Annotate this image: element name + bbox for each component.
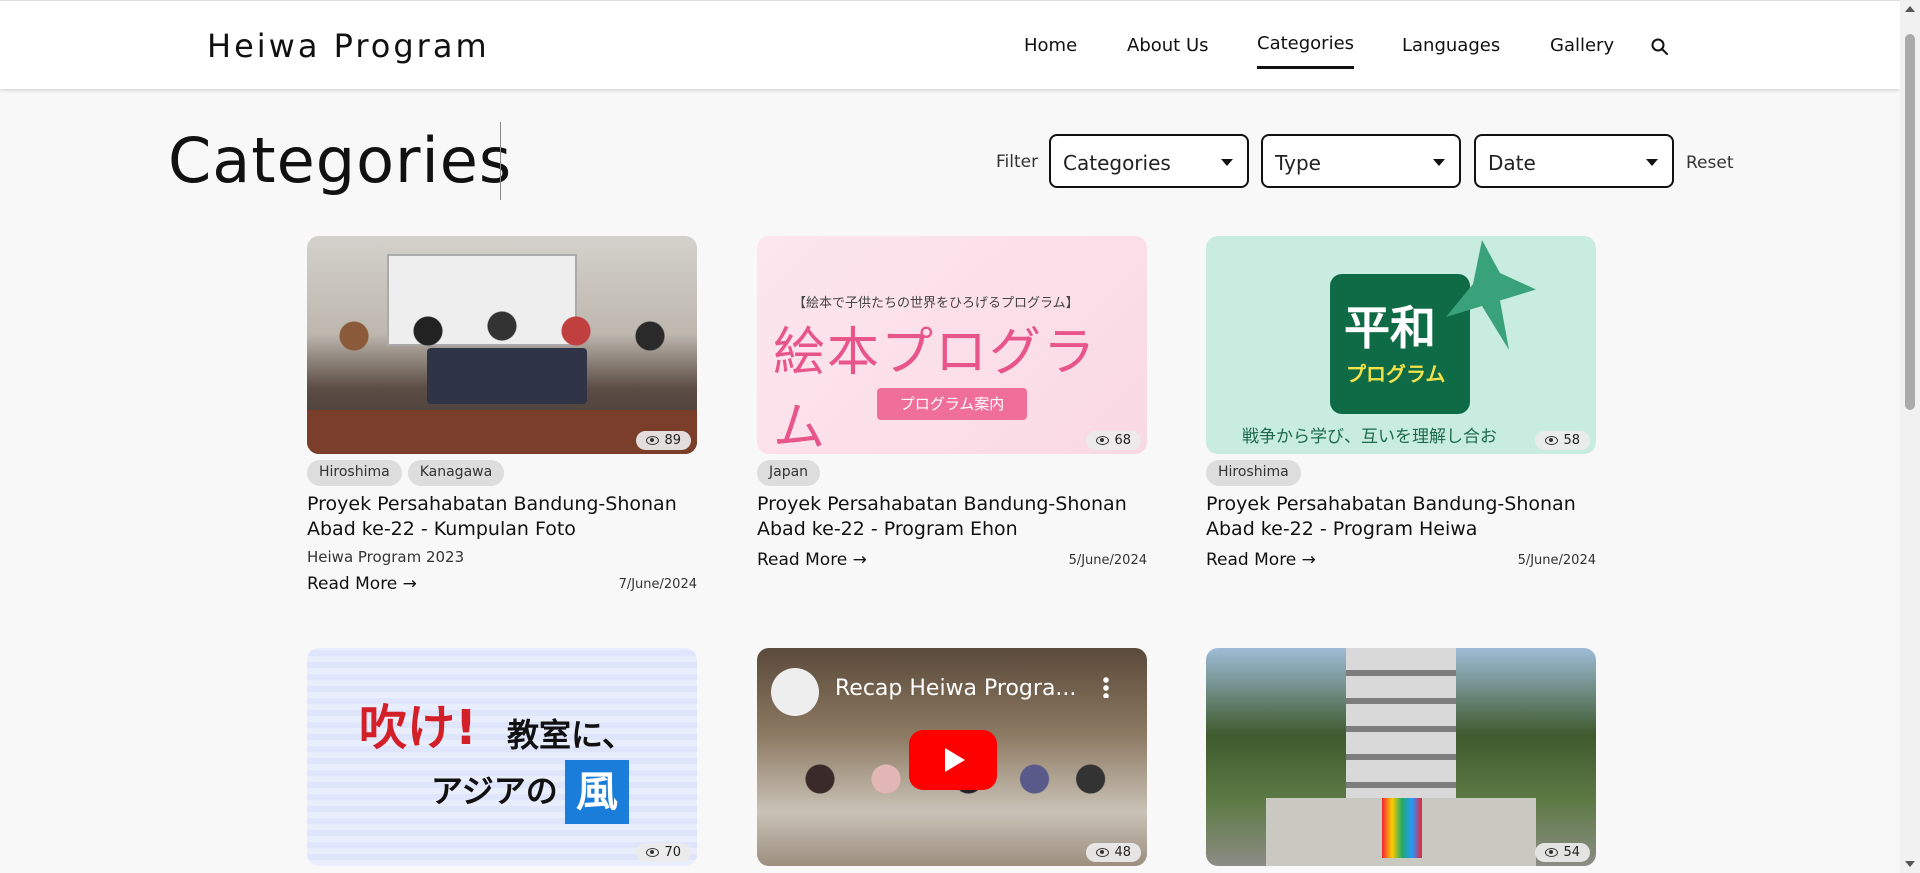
site-header: Heiwa Program Home About Us Categories L… <box>0 0 1900 89</box>
nav-home[interactable]: Home <box>1024 35 1077 56</box>
view-count-value: 48 <box>1114 845 1131 860</box>
thumb-badge: プログラム案内 <box>877 388 1027 420</box>
card-subtitle: Heiwa Program 2023 <box>307 548 465 566</box>
eye-icon <box>1545 848 1559 857</box>
heiwa-logo: 平和 プログラム <box>1330 274 1470 414</box>
video-title[interactable]: Recap Heiwa Progra... <box>835 676 1076 701</box>
chevron-down-icon <box>1433 159 1445 166</box>
nav-categories[interactable]: Categories <box>1257 33 1355 69</box>
article-card: 89 Hiroshima Kanagawa Proyek Persahabata… <box>307 236 697 596</box>
view-count-value: 54 <box>1563 845 1580 860</box>
photo-banner <box>427 348 587 404</box>
video-thumbnail[interactable]: Recap Heiwa Progra... 48 <box>757 648 1147 866</box>
filter-label: Filter <box>996 152 1039 172</box>
card-footer: Read More → 5/June/2024 <box>757 550 1147 572</box>
view-count: 54 <box>1535 843 1590 862</box>
date-select[interactable]: Date <box>1474 134 1674 188</box>
page-title: Categories <box>168 124 513 197</box>
nav-about-us[interactable]: About Us <box>1127 35 1209 56</box>
nav-gallery[interactable]: Gallery <box>1550 35 1614 56</box>
tag-hiroshima[interactable]: Hiroshima <box>307 460 402 486</box>
card-footer: Read More → 7/June/2024 <box>307 574 697 596</box>
card-thumbnail[interactable]: 89 <box>307 236 697 454</box>
play-button-icon[interactable] <box>909 730 997 790</box>
type-select[interactable]: Type <box>1261 134 1461 188</box>
eye-icon <box>646 436 660 445</box>
thumb-text: アジアの <box>431 772 558 810</box>
card-date: 5/June/2024 <box>1068 553 1147 568</box>
scroll-up-icon[interactable] <box>1905 6 1915 12</box>
reset-button[interactable]: Reset <box>1686 153 1734 173</box>
card-thumbnail[interactable]: 54 <box>1206 648 1596 866</box>
thumb-caption: 戦争から学び、互いを理解し合お <box>1242 427 1497 447</box>
scroll-thumb[interactable] <box>1905 34 1915 410</box>
page-scrollbar[interactable] <box>1900 0 1920 873</box>
photo-monument <box>1346 648 1456 808</box>
view-count-value: 70 <box>664 845 681 860</box>
title-divider <box>500 122 501 200</box>
more-options-icon[interactable] <box>1103 676 1109 698</box>
view-count-value: 89 <box>664 433 681 448</box>
tag-list: Hiroshima Kanagawa <box>307 460 697 486</box>
eye-icon <box>1096 436 1110 445</box>
card-thumbnail[interactable]: 平和 プログラム 戦争から学び、互いを理解し合お 58 <box>1206 236 1596 454</box>
eye-icon <box>1096 848 1110 857</box>
select-value: Categories <box>1063 151 1171 175</box>
thumb-caption: 【絵本で子供たちの世界をひろげるプログラム】 <box>793 296 1079 311</box>
view-count: 58 <box>1535 431 1590 450</box>
thumb-text: 教室に、 <box>507 716 635 754</box>
tag-list: Hiroshima <box>1206 460 1596 486</box>
channel-avatar[interactable] <box>771 668 819 716</box>
article-card: 平和 プログラム 戦争から学び、互いを理解し合お 58 Hiroshima Pr… <box>1206 236 1596 572</box>
article-card: Recap Heiwa Progra... 48 <box>757 648 1147 866</box>
view-count-value: 58 <box>1563 433 1580 448</box>
card-footer: Read More → 5/June/2024 <box>1206 550 1596 572</box>
eye-icon <box>646 848 660 857</box>
scroll-down-icon[interactable] <box>1905 861 1915 867</box>
tag-kanagawa[interactable]: Kanagawa <box>407 460 505 486</box>
read-more-link[interactable]: Read More → <box>307 574 417 594</box>
logo-katakana: プログラム <box>1346 362 1446 386</box>
nav-languages[interactable]: Languages <box>1402 35 1500 56</box>
brand-logo[interactable]: Heiwa Program <box>207 27 490 65</box>
search-icon[interactable] <box>1650 37 1670 57</box>
categories-select[interactable]: Categories <box>1049 134 1249 188</box>
thumb-kanji-box: 風 <box>565 760 629 824</box>
chevron-down-icon <box>1646 159 1658 166</box>
select-value: Type <box>1275 151 1321 175</box>
view-count: 70 <box>636 843 691 862</box>
read-more-link[interactable]: Read More → <box>757 550 867 570</box>
card-title[interactable]: Proyek Persahabatan Bandung-Shonan Abad … <box>757 492 1147 542</box>
read-more-link[interactable]: Read More → <box>1206 550 1316 570</box>
card-thumbnail[interactable]: 吹け! 教室に、 アジアの 風 70 <box>307 648 697 866</box>
logo-kanji: 平和 <box>1344 301 1436 355</box>
tag-list: Japan <box>757 460 1147 486</box>
view-count-value: 68 <box>1114 433 1131 448</box>
eye-icon <box>1545 436 1559 445</box>
article-card: 54 <box>1206 648 1596 866</box>
view-count: 68 <box>1086 431 1141 450</box>
tag-hiroshima[interactable]: Hiroshima <box>1206 460 1301 486</box>
tag-japan[interactable]: Japan <box>757 460 821 486</box>
card-title[interactable]: Proyek Persahabatan Bandung-Shonan Abad … <box>307 492 697 542</box>
card-date: 5/June/2024 <box>1517 553 1596 568</box>
select-value: Date <box>1488 151 1536 175</box>
article-card: 【絵本で子供たちの世界をひろげるプログラム】 絵本プログラム プログラム案内 6… <box>757 236 1147 572</box>
chevron-down-icon <box>1221 159 1233 166</box>
card-thumbnail[interactable]: 【絵本で子供たちの世界をひろげるプログラム】 絵本プログラム プログラム案内 6… <box>757 236 1147 454</box>
view-count: 89 <box>636 431 691 450</box>
article-card: 吹け! 教室に、 アジアの 風 70 <box>307 648 697 866</box>
photo-paper-cranes <box>1382 798 1422 858</box>
card-date: 7/June/2024 <box>618 577 697 592</box>
thumb-heading: 吹け! <box>359 700 477 756</box>
card-title[interactable]: Proyek Persahabatan Bandung-Shonan Abad … <box>1206 492 1596 542</box>
view-count: 48 <box>1086 843 1141 862</box>
